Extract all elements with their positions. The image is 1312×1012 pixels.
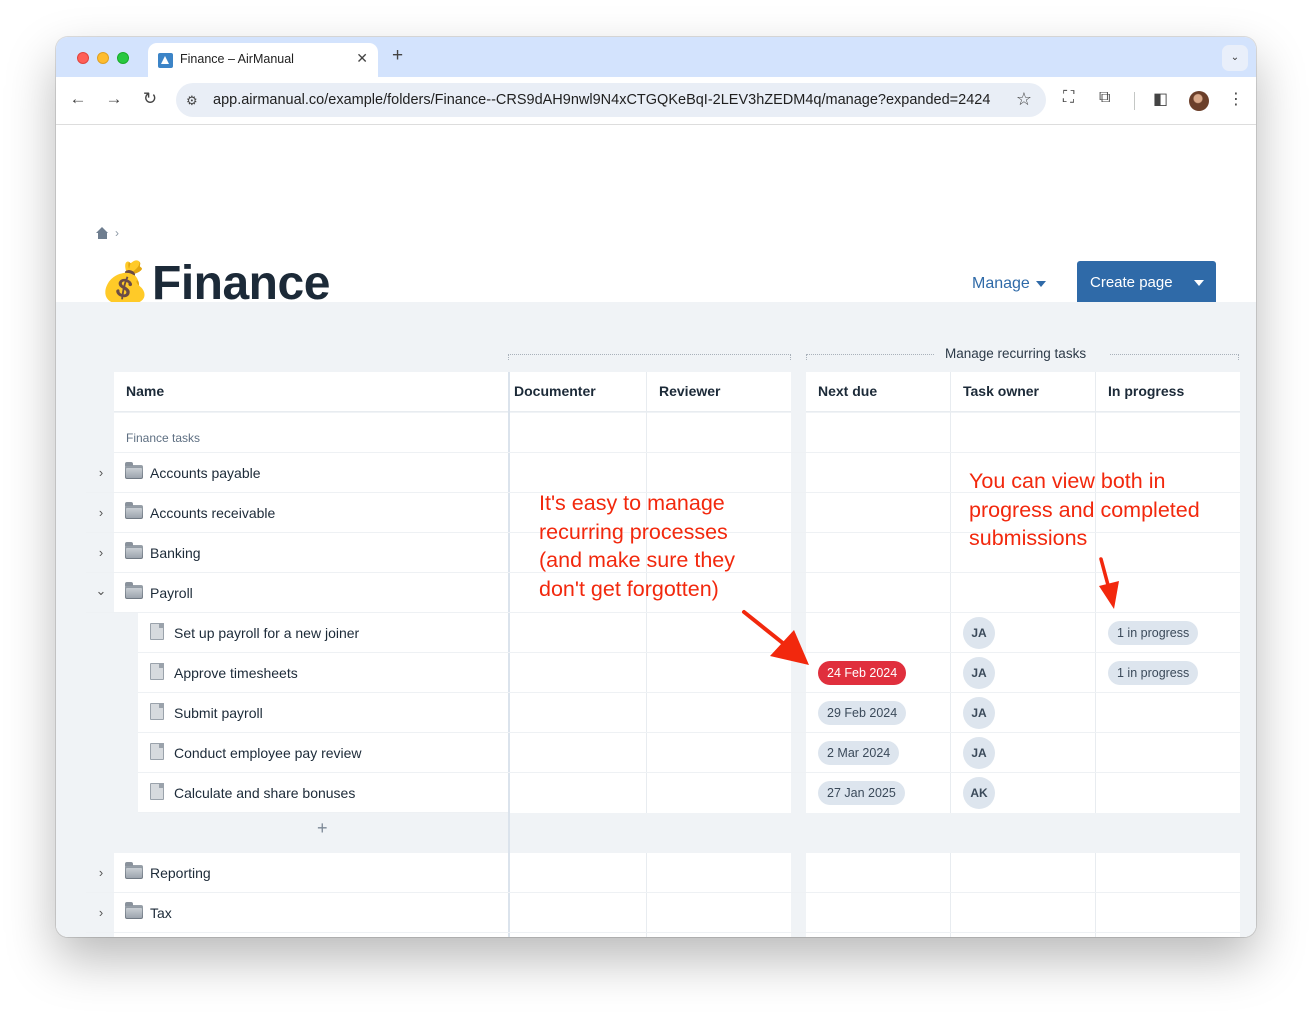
arrow-to-next-due [742,610,791,650]
arrow-to-in-progress [1099,557,1110,587]
annotation-arrows [742,557,1119,665]
arrow-head-in-progress [1099,581,1119,609]
